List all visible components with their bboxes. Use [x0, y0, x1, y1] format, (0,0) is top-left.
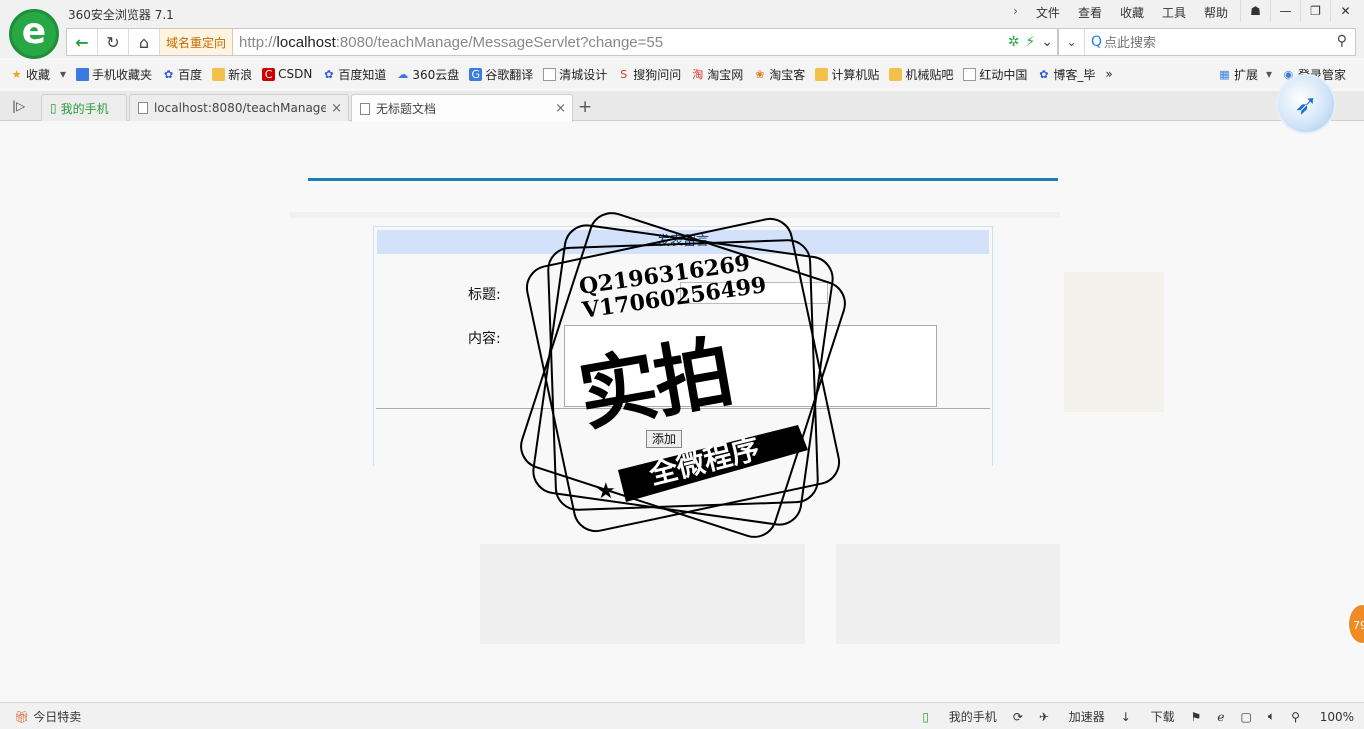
- bookmark-item[interactable]: 机械贴吧: [889, 66, 953, 83]
- bookmark-item[interactable]: C CSDN: [262, 67, 312, 81]
- minimize-button[interactable]: —: [1270, 0, 1300, 22]
- bird-mascot-icon[interactable]: ➶: [1276, 74, 1336, 134]
- address-row: ← ↻ ⌂ 域名重定向 http://localhost:8080/teachM…: [0, 28, 1364, 58]
- extensions-button[interactable]: ▦ 扩展 ▾: [1218, 66, 1272, 83]
- address-bar: ← ↻ ⌂ 域名重定向 http://localhost:8080/teachM…: [66, 28, 1058, 56]
- title-label: 标题:: [468, 287, 501, 303]
- accelerator-button[interactable]: ✈ 加速器: [1039, 708, 1105, 725]
- url-prefix: http://: [239, 33, 277, 51]
- bookmark-item[interactable]: 新浪: [212, 66, 252, 83]
- menu-tools[interactable]: 工具: [1162, 4, 1186, 21]
- sidebar-toggle-icon[interactable]: |▷: [12, 99, 25, 113]
- tab-my-phone[interactable]: ▯ 我的手机: [41, 94, 127, 121]
- csdn-icon: C: [262, 67, 276, 81]
- skin-icon[interactable]: ☗: [1240, 0, 1270, 22]
- search-engine-dropdown[interactable]: ⌄: [1059, 29, 1085, 55]
- grid-icon: ▦: [1219, 67, 1230, 81]
- bookmark-item[interactable]: ✿ 百度知道: [322, 66, 386, 83]
- status-tools: ▯ 我的手机 ⟳ ✈ 加速器 ↓ 下载 ⚑ ℯ ▢ 🔈︎ ⚲ 100%: [906, 708, 1354, 725]
- window-icon[interactable]: ▢: [1241, 710, 1252, 724]
- menu-file[interactable]: 文件: [1036, 4, 1060, 21]
- phone-icon: ▯: [50, 101, 57, 115]
- status-bar: 🎁︎ 今日特卖 ▯ 我的手机 ⟳ ✈ 加速器 ↓ 下载 ⚑ ℯ ▢ 🔈︎ ⚲ 10…: [0, 702, 1364, 729]
- bookmark-item[interactable]: G 谷歌翻译: [469, 66, 533, 83]
- star-icon: ★: [11, 67, 22, 81]
- redirect-badge[interactable]: 域名重定向: [160, 29, 234, 55]
- url-host: localhost: [276, 33, 336, 51]
- bookmarks-more[interactable]: »: [1105, 67, 1112, 81]
- sogou-icon: S: [620, 67, 628, 81]
- search-input[interactable]: [1102, 34, 1333, 50]
- download-button[interactable]: ↓ 下载: [1121, 708, 1175, 725]
- taobao-icon: 淘: [692, 67, 704, 81]
- close-tab-icon[interactable]: ×: [331, 101, 342, 116]
- page-icon: [963, 67, 977, 81]
- baidu-paw-icon: ✿: [1039, 67, 1049, 81]
- folder-icon: [815, 67, 829, 81]
- menu-view[interactable]: 查看: [1078, 4, 1102, 21]
- folder-icon: [889, 67, 903, 81]
- zoom-control[interactable]: ⚲ 100%: [1291, 710, 1354, 724]
- menu-chevron-icon[interactable]: ›: [1013, 4, 1018, 21]
- bookmark-item[interactable]: 计算机贴: [815, 66, 879, 83]
- bookmark-favorites[interactable]: ★ 收藏 ▾: [10, 66, 66, 83]
- baidu-paw-icon: ✿: [163, 67, 174, 81]
- tab-localhost[interactable]: localhost:8080/teachManage ×: [129, 94, 349, 121]
- taobaoke-icon: ❀: [755, 67, 765, 81]
- security-shield-icon[interactable]: ✲: [1008, 34, 1020, 50]
- bookmark-item[interactable]: 清城设计: [543, 66, 607, 83]
- back-arrow-icon[interactable]: ←: [67, 29, 98, 55]
- cloud-icon: ☁: [397, 67, 409, 81]
- bookmark-item[interactable]: 红动中国: [963, 66, 1027, 83]
- search-box: ⌄ Q ⚲: [1058, 28, 1356, 56]
- ie-icon[interactable]: ℯ: [1217, 710, 1224, 724]
- phone-icon: [76, 67, 90, 81]
- translate-icon: G: [469, 67, 483, 81]
- app-title: 360安全浏览器 7.1: [68, 8, 174, 22]
- close-button[interactable]: ✕: [1330, 0, 1360, 22]
- gift-icon: 🎁︎: [14, 710, 30, 724]
- search-icon[interactable]: ⚲: [1337, 33, 1347, 49]
- browser-logo-icon[interactable]: e: [9, 9, 59, 59]
- search-engine-icon[interactable]: Q: [1091, 34, 1102, 50]
- tab-strip: |▷ ▯ 我的手机 localhost:8080/teachManage × 无标题…: [0, 91, 1364, 122]
- close-tab-icon[interactable]: ×: [555, 101, 566, 116]
- volume-icon[interactable]: 🔈︎: [1268, 709, 1275, 724]
- bookmark-item[interactable]: S 搜狗问问: [617, 66, 681, 83]
- new-tab-button[interactable]: +: [578, 97, 592, 117]
- page-icon: [543, 67, 557, 81]
- content-label: 内容:: [468, 331, 501, 347]
- bookmark-item[interactable]: ✿ 百度: [162, 66, 202, 83]
- address-icons: ✲ ⚡ ⌄: [1008, 34, 1057, 50]
- status-my-phone[interactable]: ▯ 我的手机: [922, 708, 996, 725]
- daily-deals[interactable]: 🎁︎ 今日特卖: [14, 708, 81, 725]
- menu-help[interactable]: 帮助: [1204, 4, 1228, 21]
- refresh-status-icon[interactable]: ⟳: [1013, 710, 1023, 724]
- baidu-paw-icon: ✿: [324, 67, 334, 81]
- url-rest: :8080/teachManage/MessageServlet?change=…: [335, 33, 664, 51]
- form-header: 发表留言: [377, 230, 989, 254]
- browser-title-bar: 360安全浏览器 7.1 › 文件 查看 收藏 工具 帮助 ☗ — ❐ ✕: [0, 0, 1364, 28]
- bookmark-item[interactable]: 淘淘宝网: [691, 66, 743, 83]
- window-controls: ☗ — ❐ ✕: [1240, 0, 1360, 22]
- page-icon: [138, 102, 148, 114]
- bookmark-item[interactable]: ❀ 淘宝客: [753, 66, 805, 83]
- bookmark-item[interactable]: ☁ 360云盘: [396, 66, 459, 83]
- menu-favorites[interactable]: 收藏: [1120, 4, 1144, 21]
- browser-menu: › 文件 查看 收藏 工具 帮助: [1013, 4, 1228, 21]
- bookmarks-bar: ★ 收藏 ▾ 手机收藏夹 ✿ 百度 新浪 C CSDN ✿ 百度知道 ☁ 360云盘 G 谷歌…: [0, 60, 1364, 88]
- flag-icon[interactable]: ⚑: [1191, 710, 1202, 724]
- header-rule: [308, 178, 1058, 181]
- refresh-icon[interactable]: ↻: [98, 29, 129, 55]
- home-icon[interactable]: ⌂: [129, 29, 160, 55]
- folder-icon: [212, 67, 226, 81]
- maximize-button[interactable]: ❐: [1300, 0, 1330, 22]
- dropdown-chevron-icon[interactable]: ⌄: [1041, 34, 1053, 50]
- bookmark-item[interactable]: ✿ 博客_毕: [1037, 66, 1095, 83]
- tab-untitled[interactable]: 无标题文档 ×: [351, 94, 573, 122]
- page-icon: [360, 102, 370, 115]
- url-field[interactable]: http://localhost:8080/teachManage/Messag…: [233, 34, 1008, 51]
- lightning-icon[interactable]: ⚡: [1025, 34, 1035, 50]
- bookmark-item[interactable]: 手机收藏夹: [76, 66, 152, 83]
